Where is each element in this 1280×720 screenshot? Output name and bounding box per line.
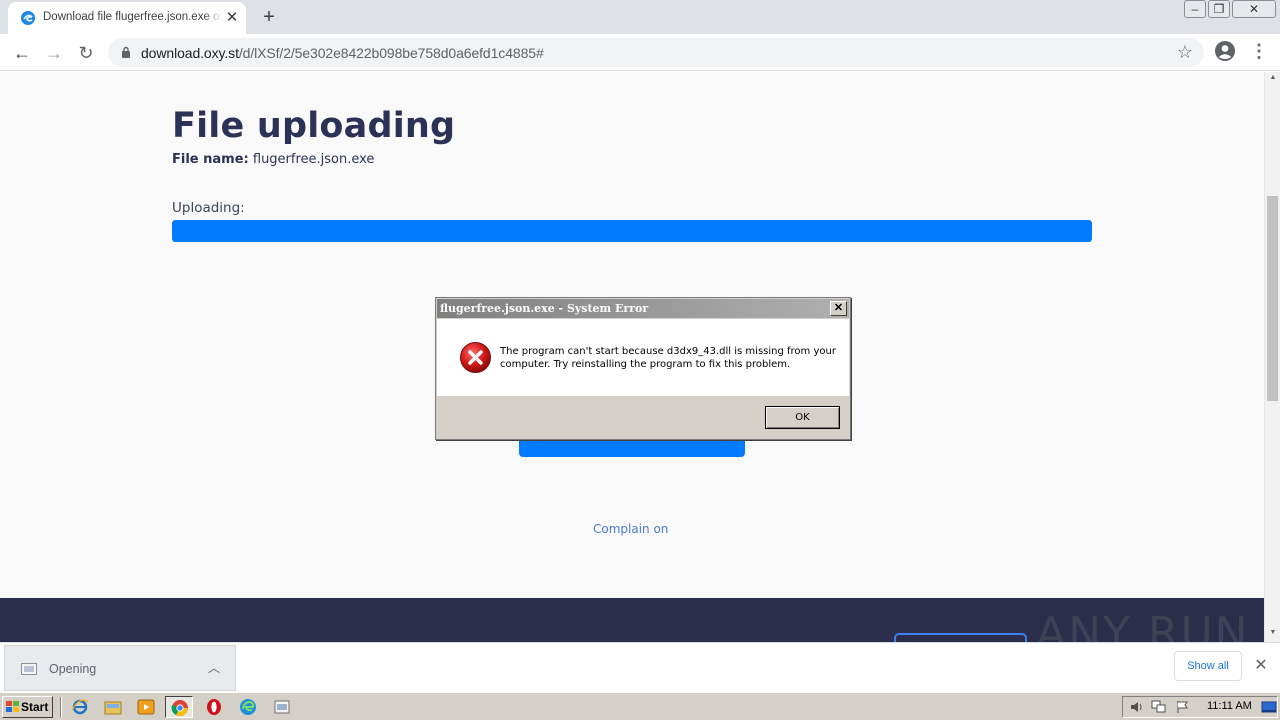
forward-arrow-icon[interactable]: →: [42, 41, 66, 65]
windows-flag-icon: [6, 701, 19, 712]
download-item[interactable]: Opening ︿: [4, 645, 236, 691]
back-arrow-icon[interactable]: ←: [10, 41, 34, 65]
dialog-titlebar[interactable]: flugerfree.json.exe - System Error ✕: [437, 299, 849, 318]
scroll-down-arrow-icon[interactable]: ▼: [1265, 626, 1280, 640]
system-tray: 11:11 AM: [1122, 696, 1278, 718]
ie-icon[interactable]: [66, 696, 94, 718]
download-status: Opening: [49, 662, 97, 676]
show-desktop-icon[interactable]: [1261, 700, 1277, 714]
tab-strip: Download file flugerfree.json.exe online…: [0, 0, 1280, 34]
reload-icon[interactable]: ↻: [74, 41, 98, 65]
volume-icon[interactable]: [1129, 700, 1145, 714]
taskbar-separator: [60, 697, 62, 717]
address-bar[interactable]: download.oxy.st/d/lXSf/2/5e302e8422b098b…: [108, 38, 1204, 67]
browser-tab[interactable]: Download file flugerfree.json.exe online…: [8, 2, 246, 34]
downloads-shelf: Opening ︿ Show all ✕: [0, 642, 1280, 692]
screen: Download file flugerfree.json.exe online…: [0, 0, 1280, 720]
url-host: download.oxy.st: [141, 45, 239, 61]
browser-menu-icon[interactable]: ⋮: [1250, 41, 1268, 61]
opera-icon[interactable]: [200, 696, 228, 718]
close-icon[interactable]: ✕: [1252, 657, 1270, 675]
tab-title-fade: [204, 8, 222, 28]
bookmark-star-icon[interactable]: ☆: [1176, 43, 1194, 61]
dialog-body: The program can't start because d3dx9_43…: [437, 319, 849, 396]
account-icon[interactable]: [1214, 40, 1236, 62]
file-name-value: flugerfree.json.exe: [252, 152, 375, 167]
start-label: Start: [21, 700, 49, 714]
lock-icon: [122, 46, 130, 58]
site-favicon-icon: [21, 11, 35, 25]
uploading-label: Uploading:: [172, 200, 245, 216]
url-path: /d/lXSf/2/5e302e8422b098be758d0a6efd1c48…: [238, 45, 544, 61]
tab-title: Download file flugerfree.json.exe online: [43, 11, 221, 23]
file-icon: [21, 663, 37, 675]
taskbar-clock: 11:11 AM: [1207, 700, 1252, 712]
flag-icon[interactable]: [1175, 700, 1191, 714]
new-tab-button[interactable]: +: [258, 6, 280, 28]
dialog-message: The program can't start because d3dx9_43…: [500, 346, 836, 370]
edge-icon[interactable]: [234, 696, 262, 718]
error-icon: [460, 342, 491, 373]
start-button[interactable]: Start: [2, 696, 53, 718]
ok-button[interactable]: OK: [765, 406, 840, 429]
scroll-thumb[interactable]: [1267, 196, 1278, 401]
window-icon[interactable]: [268, 696, 296, 718]
browser-toolbar: ← → ↻ download.oxy.st/d/lXSf/2/5e302e842…: [0, 34, 1280, 71]
file-name-row: File name: flugerfree.json.exe: [172, 152, 374, 167]
chrome-icon[interactable]: [165, 696, 193, 718]
chevron-up-icon[interactable]: ︿: [205, 659, 223, 677]
explorer-icon[interactable]: [99, 696, 127, 718]
dialog-close-icon[interactable]: ✕: [830, 301, 847, 316]
window-restore-button[interactable]: ❐: [1208, 0, 1230, 18]
taskbar: Start 11:11 AM: [0, 692, 1280, 720]
media-player-icon[interactable]: [132, 696, 160, 718]
page-scrollbar[interactable]: ▲ ▼: [1264, 72, 1280, 642]
tab-close-icon[interactable]: ✕: [224, 10, 240, 26]
footer-button[interactable]: [894, 633, 1027, 642]
window-close-button[interactable]: ✕: [1232, 0, 1276, 18]
file-name-label: File name:: [172, 152, 249, 167]
network-icon[interactable]: [1151, 700, 1167, 714]
upload-progress-fill: [172, 220, 1092, 242]
dialog-title: flugerfree.json.exe - System Error: [440, 302, 649, 315]
show-all-button[interactable]: Show all: [1174, 651, 1242, 681]
system-error-dialog: flugerfree.json.exe - System Error ✕ The…: [435, 297, 851, 440]
upload-progress-bar: [172, 220, 1092, 242]
url-text: download.oxy.st/d/lXSf/2/5e302e8422b098b…: [141, 45, 544, 61]
window-minimize-button[interactable]: –: [1184, 0, 1206, 18]
page-title: File uploading: [172, 106, 456, 146]
scroll-up-arrow-icon[interactable]: ▲: [1265, 72, 1280, 84]
complain-link[interactable]: Complain on: [593, 522, 668, 536]
